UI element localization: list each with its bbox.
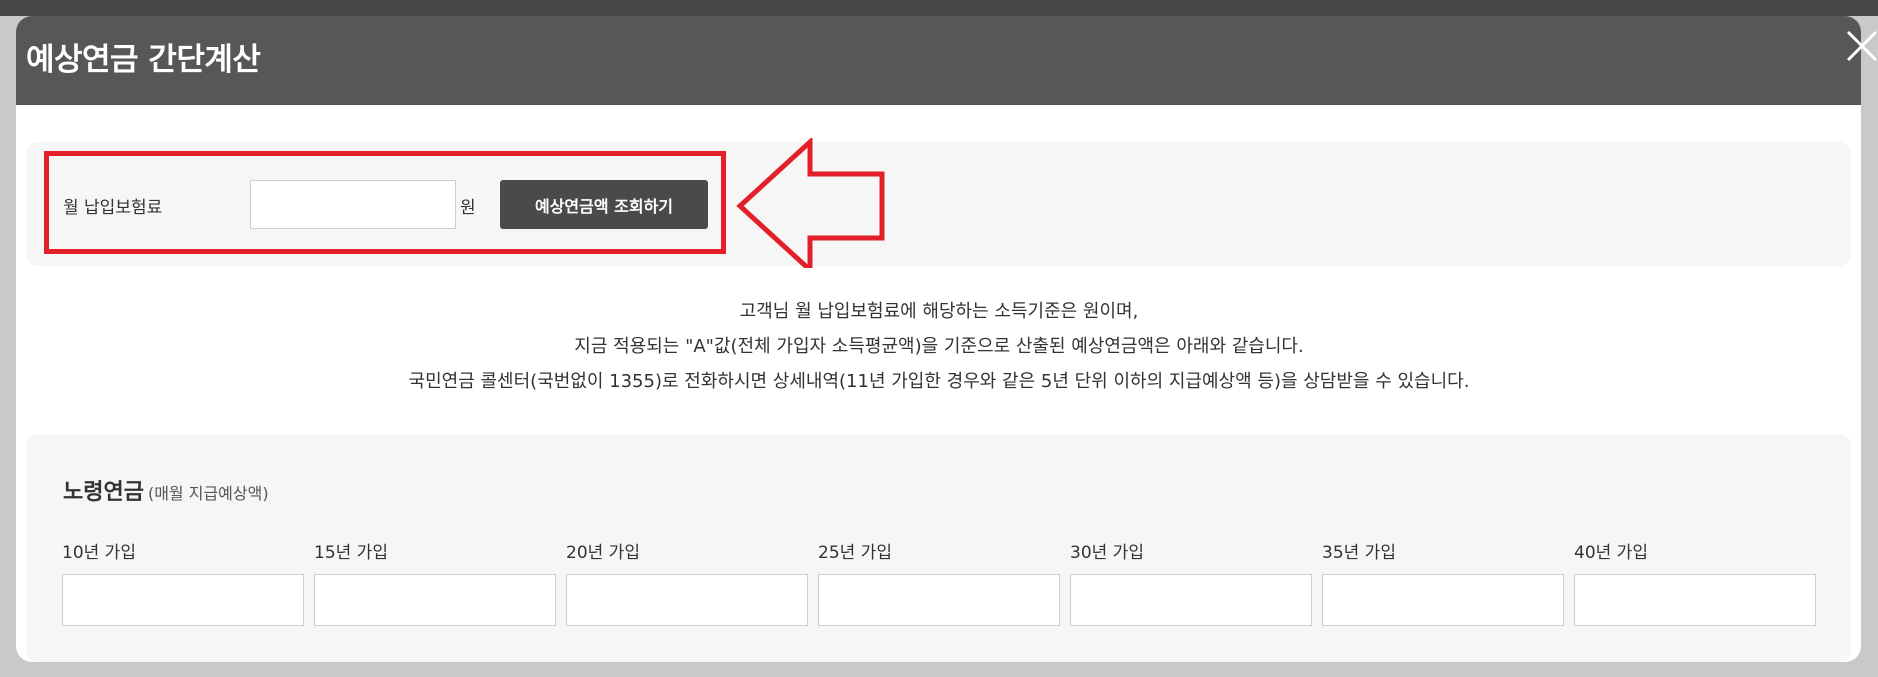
- period-10y: 10년 가입: [62, 538, 304, 626]
- lookup-pension-button[interactable]: 예상연금액 조회하기: [500, 180, 708, 229]
- period-value-field: [1574, 574, 1816, 626]
- pointer-arrow-icon: [736, 138, 885, 268]
- currency-unit: 원: [460, 198, 476, 218]
- period-40y: 40년 가입: [1574, 538, 1816, 626]
- background-bar: [0, 0, 1878, 16]
- period-15y: 15년 가입: [314, 538, 556, 626]
- period-value-field: [818, 574, 1060, 626]
- period-30y: 30년 가입: [1070, 538, 1312, 626]
- period-label: 40년 가입: [1574, 543, 1648, 563]
- period-label: 25년 가입: [818, 543, 892, 563]
- period-25y: 25년 가입: [818, 538, 1060, 626]
- period-label: 20년 가입: [566, 543, 640, 563]
- notice-line: 지금 적용되는 "A"값(전체 가입자 소득평균액)을 기준으로 산출된 예상연…: [574, 336, 1304, 357]
- notice-line: 국민연금 콜센터(국번없이 1355)로 전화하시면 상세내역(11년 가입한 …: [408, 371, 1470, 392]
- modal-header: 예상연금 간단계산: [16, 16, 1861, 105]
- period-label: 10년 가입: [62, 543, 136, 563]
- period-value-field: [314, 574, 556, 626]
- pension-title: 노령연금: [63, 480, 144, 505]
- close-icon[interactable]: [1836, 28, 1878, 70]
- period-20y: 20년 가입: [566, 538, 808, 626]
- period-value-field: [1322, 574, 1564, 626]
- monthly-premium-input[interactable]: [250, 180, 456, 229]
- period-value-field: [566, 574, 808, 626]
- period-label: 30년 가입: [1070, 543, 1144, 563]
- notice-line: 고객님 월 납입보험료에 해당하는 소득기준은 원이며,: [739, 301, 1139, 322]
- period-label: 15년 가입: [314, 543, 388, 563]
- period-35y: 35년 가입: [1322, 538, 1564, 626]
- monthly-premium-label: 월 납입보험료: [63, 198, 163, 218]
- notice-text: 고객님 월 납입보험료에 해당하는 소득기준은 원이며, 지금 적용되는 "A"…: [0, 294, 1878, 399]
- period-value-field: [62, 574, 304, 626]
- period-value-field: [1070, 574, 1312, 626]
- pension-subtitle: (매월 지급예상액): [147, 484, 269, 503]
- pension-section-title: 노령연금 (매월 지급예상액): [63, 474, 269, 506]
- period-label: 35년 가입: [1322, 543, 1396, 563]
- modal-title: 예상연금 간단계산: [26, 42, 261, 78]
